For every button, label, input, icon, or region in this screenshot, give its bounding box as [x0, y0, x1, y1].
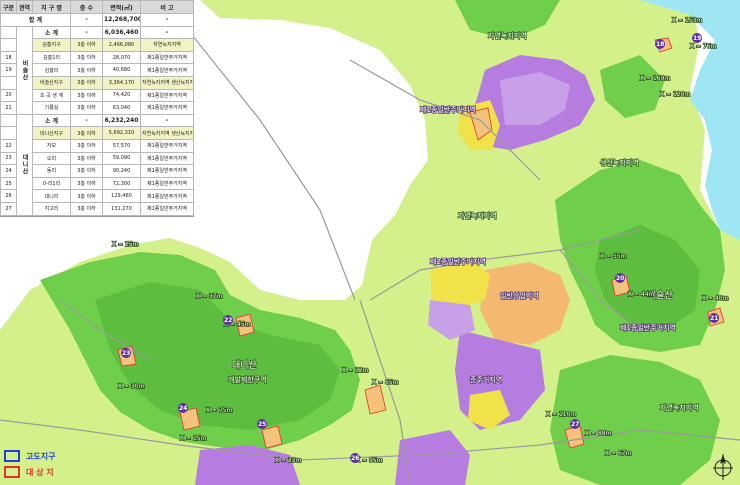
table-subtotal-row: 비슬산 소 계 - 6,036,460 -: [0, 25, 194, 115]
header-category: 구분: [0, 0, 17, 14]
header-district: 지 구 명: [32, 0, 71, 14]
group-daenisan: 대니산: [16, 113, 33, 216]
subtotal-note: -: [140, 25, 194, 40]
label-restricted: 개발제한구역: [228, 375, 267, 384]
map-legend: 고도지구 대 상 지: [4, 448, 55, 480]
elevation-label: X = 25m: [112, 241, 139, 248]
subtotal-area: 6,232,240: [102, 113, 141, 128]
legend-label: 대 상 지: [26, 467, 54, 477]
elevation-label: X = 169m: [640, 75, 670, 82]
elevation-label: X = 15m: [180, 435, 207, 442]
zoning-map-view: 대니산 비슬산 자연녹지지역 생산녹지지역 제1종일반주거지역 제2종일반주거지…: [0, 0, 740, 485]
label-residential-1: 제1종일반주거지역: [420, 105, 476, 114]
subtotal-label: 소 계: [32, 25, 71, 40]
label-natural-green-2: 자연녹지지역: [458, 211, 497, 220]
label-production-green: 생산녹지지역: [600, 158, 639, 167]
header-region: 권역: [16, 0, 33, 14]
subtotal-area: 6,036,460: [102, 25, 141, 40]
elevation-label: X = 153m: [672, 17, 702, 24]
site-marker-23: 23: [122, 350, 130, 357]
header-note: 비 고: [140, 0, 194, 14]
target-site: [261, 425, 283, 449]
elevation-label: X = 120m: [660, 91, 690, 98]
legend-item-target-site: 대 상 지: [4, 464, 55, 480]
site-marker-19: 19: [693, 35, 701, 42]
district-table-panel: 구분 권역 지 구 명 층 수 면적(㎡) 비 고 합 계 - 12,268,7…: [0, 0, 194, 217]
site-marker-24: 24: [179, 405, 187, 412]
site-marker-22: 22: [224, 317, 232, 324]
label-residential-3: 제1종일반주거지역: [620, 323, 676, 332]
elevation-label: X = 44m: [628, 291, 655, 298]
site-marker-27: 27: [571, 421, 579, 428]
site-marker-18: 18: [656, 41, 664, 48]
group-biseulsan: 비슬산: [16, 25, 33, 115]
header-floors: 층 수: [70, 0, 103, 14]
legend-swatch-blue: [4, 450, 20, 462]
north-arrow-icon: [713, 454, 733, 480]
district-table: 구분 권역 지 구 명 층 수 면적(㎡) 비 고 합 계 - 12,268,7…: [0, 0, 194, 216]
total-area: 12,268,700: [102, 13, 141, 27]
header-area: 면적(㎡): [102, 0, 141, 14]
legend-item-altitude-district: 고도지구: [4, 448, 55, 464]
label-daenisan: 대니산: [232, 360, 257, 371]
elevation-label: X = 30m: [118, 383, 145, 390]
table-total-row: 합 계 - 12,268,700 -: [0, 13, 194, 27]
elevation-label: X = 40m: [702, 295, 729, 302]
total-label: 합 계: [0, 13, 71, 27]
subtotal-floors: -: [70, 25, 103, 40]
elevation-label: X = 55m: [600, 253, 627, 260]
label-semi-residential: 준주거지역: [470, 375, 502, 384]
label-natural-green-3: 자연녹지지역: [660, 403, 699, 412]
elevation-label: X = 12m: [342, 367, 369, 374]
elevation-label: X = 37m: [196, 293, 223, 300]
elevation-label: X = 67m: [605, 450, 632, 457]
elevation-label: X = 76m: [690, 43, 717, 50]
label-commercial: 일반상업지역: [500, 291, 539, 300]
label-residential-2: 제2종일반주거지역: [430, 257, 486, 266]
site-marker-21: 21: [710, 315, 718, 322]
total-note: -: [140, 13, 194, 27]
table-header-row: 구분 권역 지 구 명 층 수 면적(㎡) 비 고: [0, 0, 194, 14]
elevation-label: X = 65m: [372, 379, 399, 386]
elevation-label: X = 23m: [275, 457, 302, 464]
table-subtotal-row: 대니산 소 계 - 6,232,240 -: [0, 113, 194, 216]
legend-label: 고도지구: [26, 451, 56, 461]
subtotal-label: 소 계: [32, 113, 71, 128]
site-marker-25: 25: [258, 421, 266, 428]
elevation-label: X = 75m: [206, 407, 233, 414]
elevation-label: X = 110m: [546, 411, 576, 418]
subtotal-note: -: [140, 113, 194, 128]
label-natural-green: 자연녹지지역: [488, 31, 527, 40]
site-marker-26: 26: [351, 455, 359, 462]
elevation-label: X = 88m: [585, 430, 612, 437]
total-floors: -: [70, 13, 103, 27]
legend-swatch-red: [4, 466, 20, 478]
subtotal-floors: -: [70, 113, 103, 128]
site-marker-20: 20: [616, 275, 624, 282]
